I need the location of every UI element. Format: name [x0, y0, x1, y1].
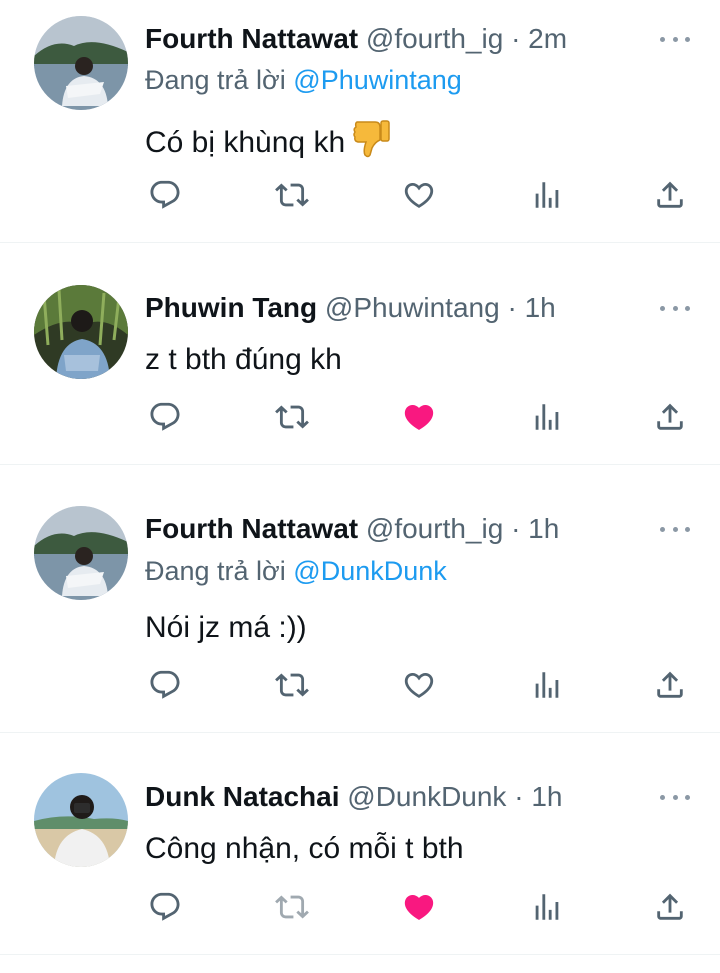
avatar[interactable]: [34, 773, 128, 867]
avatar[interactable]: [34, 285, 128, 379]
author-handle[interactable]: @Phuwintang: [325, 292, 500, 323]
share-icon[interactable]: [650, 397, 690, 437]
author-name[interactable]: Fourth Nattawat: [145, 23, 358, 54]
share-icon[interactable]: [650, 665, 690, 705]
tweet-text-body: Có bị khùnq kh: [145, 126, 346, 159]
retweet-icon[interactable]: [272, 175, 312, 215]
tweet-header: Phuwin Tang @Phuwintang · 1h: [145, 290, 600, 326]
thumbs-down-icon: [353, 118, 391, 168]
timestamp[interactable]: 1h: [528, 513, 559, 544]
mention-link[interactable]: @Phuwintang: [293, 65, 462, 95]
tweet-text: Công nhận, có mỗi t bth: [145, 832, 464, 865]
mention-link[interactable]: @DunkDunk: [293, 556, 446, 586]
retweet-icon[interactable]: [272, 665, 312, 705]
tweet-text: z t bth đúng kh: [145, 343, 342, 376]
tweet-actions: [145, 887, 690, 927]
tweet-actions: [145, 665, 690, 705]
tweet-header: Dunk Natachai @DunkDunk · 1h: [145, 779, 600, 815]
tweet-header: Fourth Nattawat @fourth_ig · 2m: [145, 21, 600, 57]
tweet[interactable]: Fourth Nattawat @fourth_ig · 1h Đang trả…: [0, 465, 720, 733]
more-options-icon[interactable]: [660, 24, 690, 54]
timestamp[interactable]: 2m: [528, 23, 567, 54]
reply-icon[interactable]: [145, 665, 185, 705]
author-name[interactable]: Phuwin Tang: [145, 292, 317, 323]
separator-dot: ·: [507, 292, 517, 323]
separator-dot: ·: [511, 513, 521, 544]
replying-to-label: Đang trả lời: [145, 65, 286, 95]
tweet-text: Có bị khùnq kh: [145, 118, 391, 168]
reply-icon[interactable]: [145, 887, 185, 927]
timestamp[interactable]: 1h: [525, 292, 556, 323]
replying-to-label: Đang trả lời: [145, 556, 286, 586]
tweet-text: Nói jz má :)): [145, 611, 307, 644]
reply-icon[interactable]: [145, 175, 185, 215]
like-icon[interactable]: [399, 665, 439, 705]
liked-heart-icon[interactable]: [399, 887, 439, 927]
like-icon[interactable]: [399, 175, 439, 215]
views-icon[interactable]: [527, 397, 567, 437]
retweet-icon[interactable]: [272, 887, 312, 927]
tweet[interactable]: Phuwin Tang @Phuwintang · 1h z t bth đún…: [0, 243, 720, 465]
tweet-header: Fourth Nattawat @fourth_ig · 1h: [145, 511, 600, 547]
reply-icon[interactable]: [145, 397, 185, 437]
share-icon[interactable]: [650, 887, 690, 927]
avatar[interactable]: [34, 506, 128, 600]
tweet[interactable]: Dunk Natachai @DunkDunk · 1h Công nhận, …: [0, 733, 720, 955]
views-icon[interactable]: [527, 175, 567, 215]
tweet[interactable]: Fourth Nattawat @fourth_ig · 2m Đang trả…: [0, 0, 720, 243]
views-icon[interactable]: [527, 665, 567, 705]
replying-to: Đang trả lời @Phuwintang: [145, 63, 462, 97]
share-icon[interactable]: [650, 175, 690, 215]
tweet-actions: [145, 175, 690, 215]
timestamp[interactable]: 1h: [531, 781, 562, 812]
author-handle[interactable]: @fourth_ig: [366, 23, 503, 54]
more-options-icon[interactable]: [660, 514, 690, 544]
author-name[interactable]: Fourth Nattawat: [145, 513, 358, 544]
more-options-icon[interactable]: [660, 782, 690, 812]
separator-dot: ·: [514, 781, 524, 812]
liked-heart-icon[interactable]: [399, 397, 439, 437]
avatar[interactable]: [34, 16, 128, 110]
views-icon[interactable]: [527, 887, 567, 927]
replying-to: Đang trả lời @DunkDunk: [145, 554, 447, 588]
author-handle[interactable]: @fourth_ig: [366, 513, 503, 544]
author-name[interactable]: Dunk Natachai: [145, 781, 340, 812]
separator-dot: ·: [511, 23, 521, 54]
tweet-actions: [145, 397, 690, 437]
more-options-icon[interactable]: [660, 293, 690, 323]
author-handle[interactable]: @DunkDunk: [347, 781, 506, 812]
retweet-icon[interactable]: [272, 397, 312, 437]
